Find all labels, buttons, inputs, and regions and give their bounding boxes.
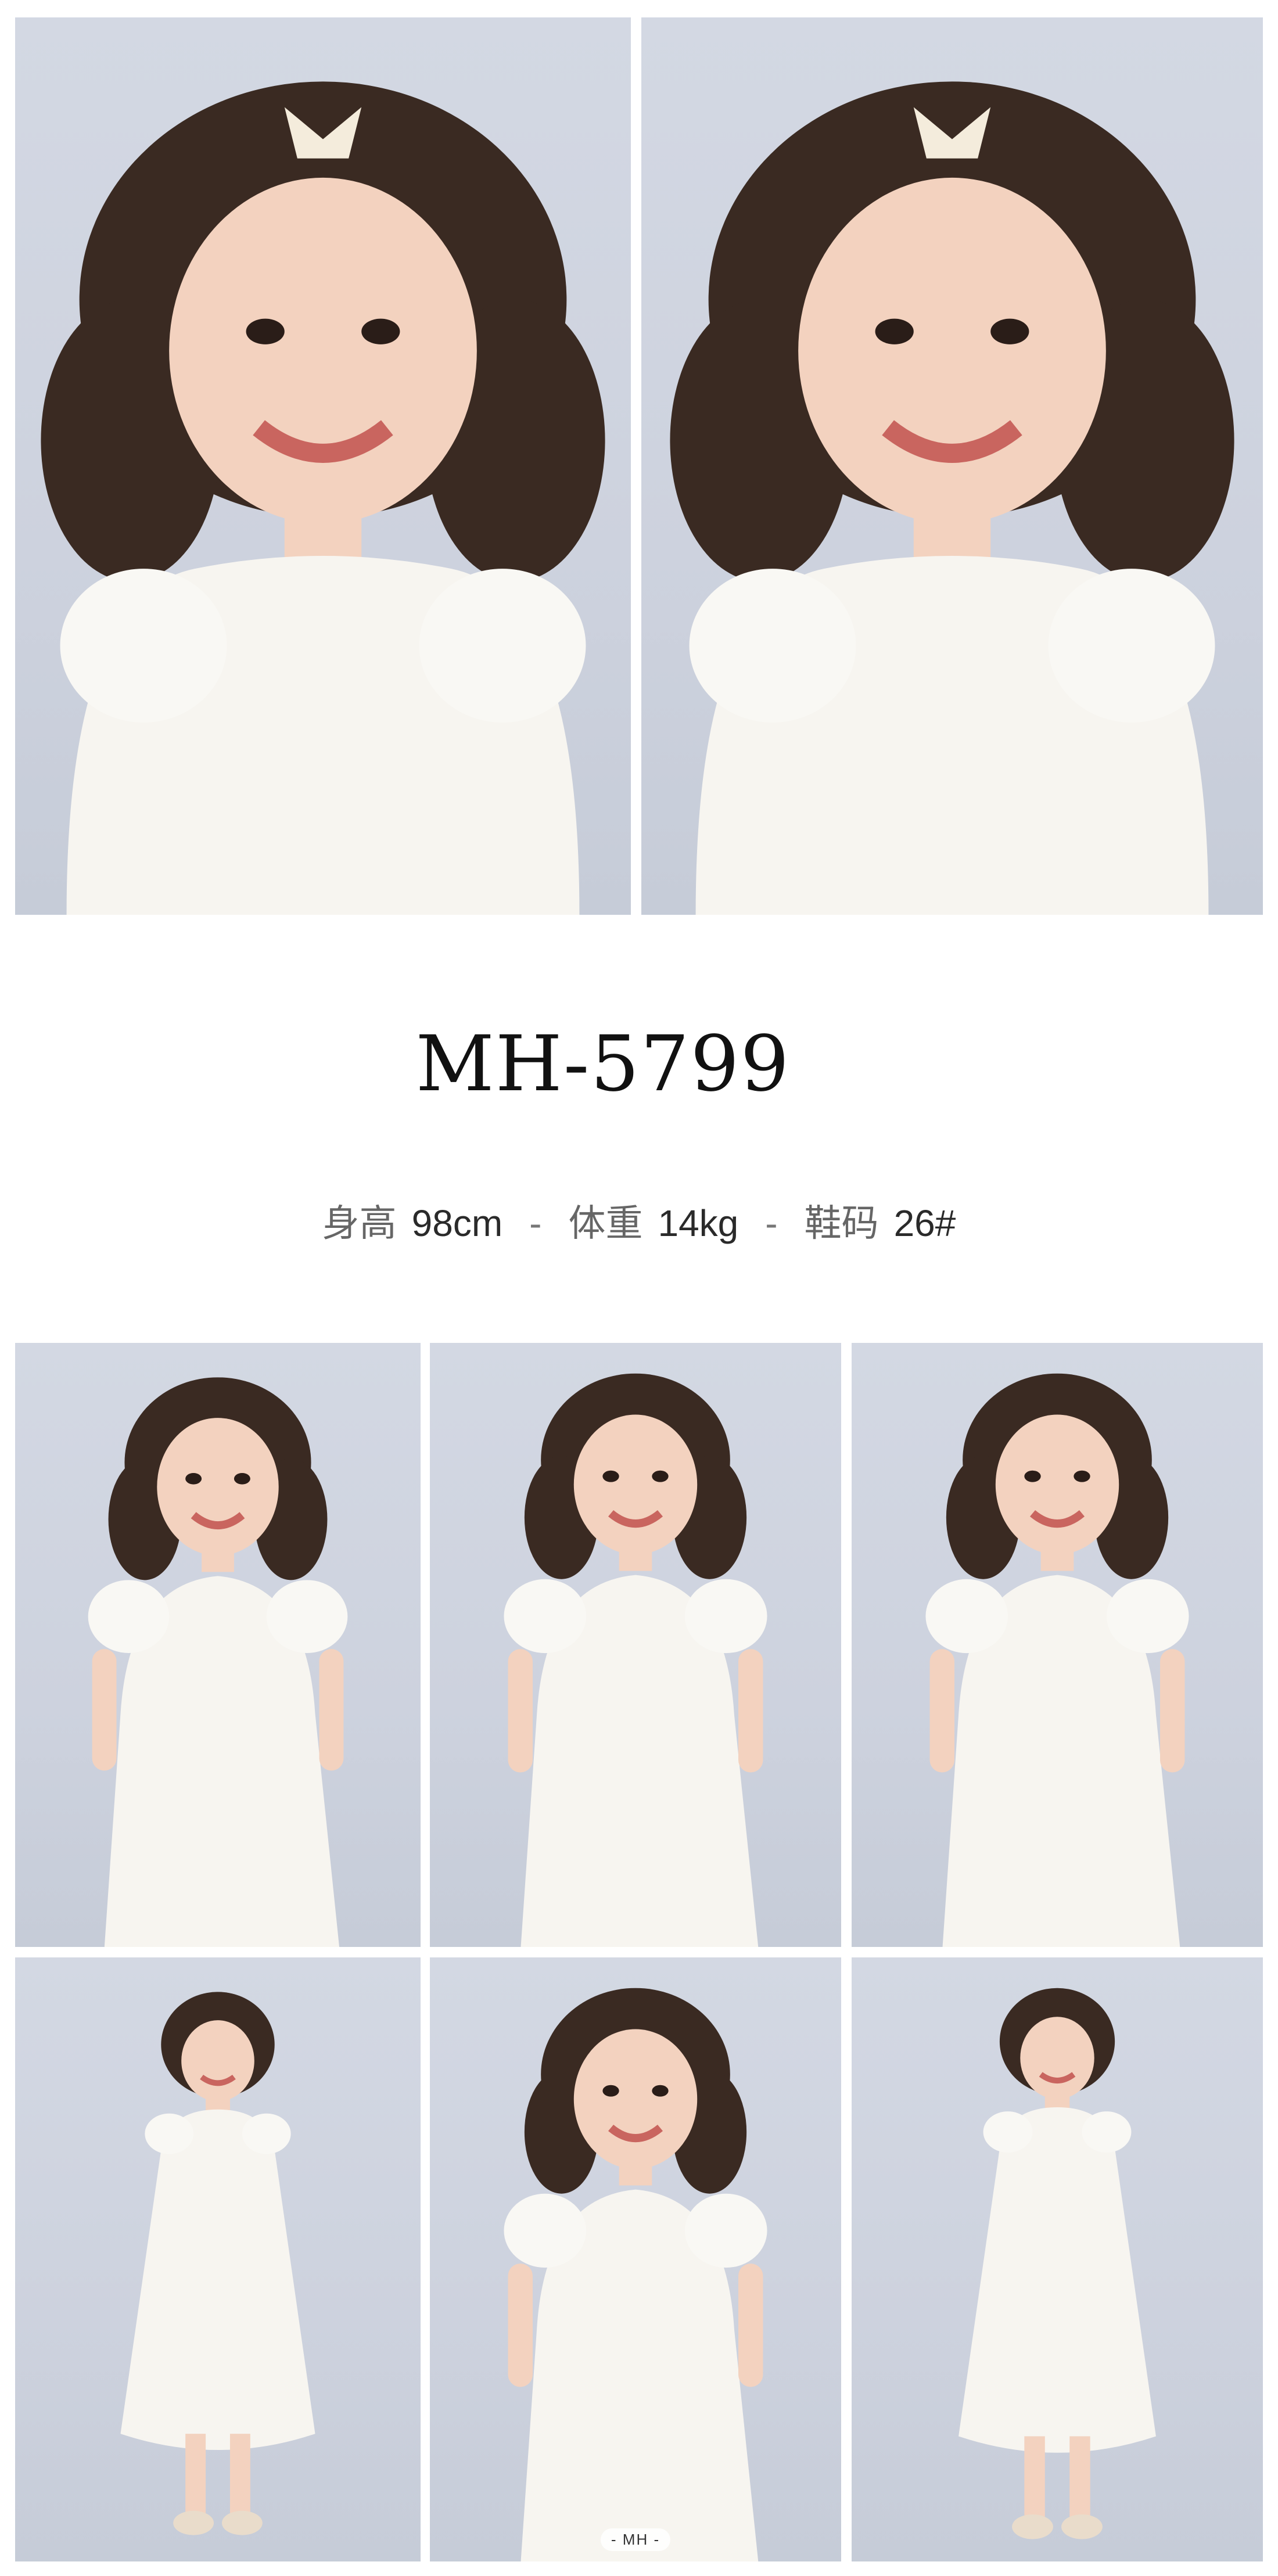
weight-label: 体重 [568, 1202, 643, 1244]
shoe-size-value: 26# [893, 1202, 956, 1244]
model-specs: 身高 98cm - 体重 14kg - 鞋码 26# [0, 1194, 1278, 1247]
photo-full-body-veil [15, 1957, 421, 2561]
photo-half-body-hand-on-cheek [852, 1343, 1263, 1947]
height-label: 身高 [322, 1202, 397, 1244]
photo-closeup-smiling [641, 17, 1263, 915]
photo-closeup-hands-on-cheeks [15, 17, 631, 915]
photo-half-body-veil [15, 1343, 421, 1947]
photo-half-body-smiling [430, 1343, 841, 1947]
watermark: - MH - [600, 2528, 671, 2551]
photo-full-body-pose: - MH - [430, 1957, 841, 2561]
product-code: MH-5799 [415, 1019, 791, 1109]
spec-separator: - [529, 1202, 542, 1244]
photo-full-body-veil-waving [852, 1957, 1263, 2561]
weight-value: 14kg [658, 1202, 739, 1244]
spec-separator: - [765, 1202, 778, 1244]
height-value: 98cm [411, 1202, 503, 1244]
shoe-size-label: 鞋码 [804, 1202, 879, 1244]
